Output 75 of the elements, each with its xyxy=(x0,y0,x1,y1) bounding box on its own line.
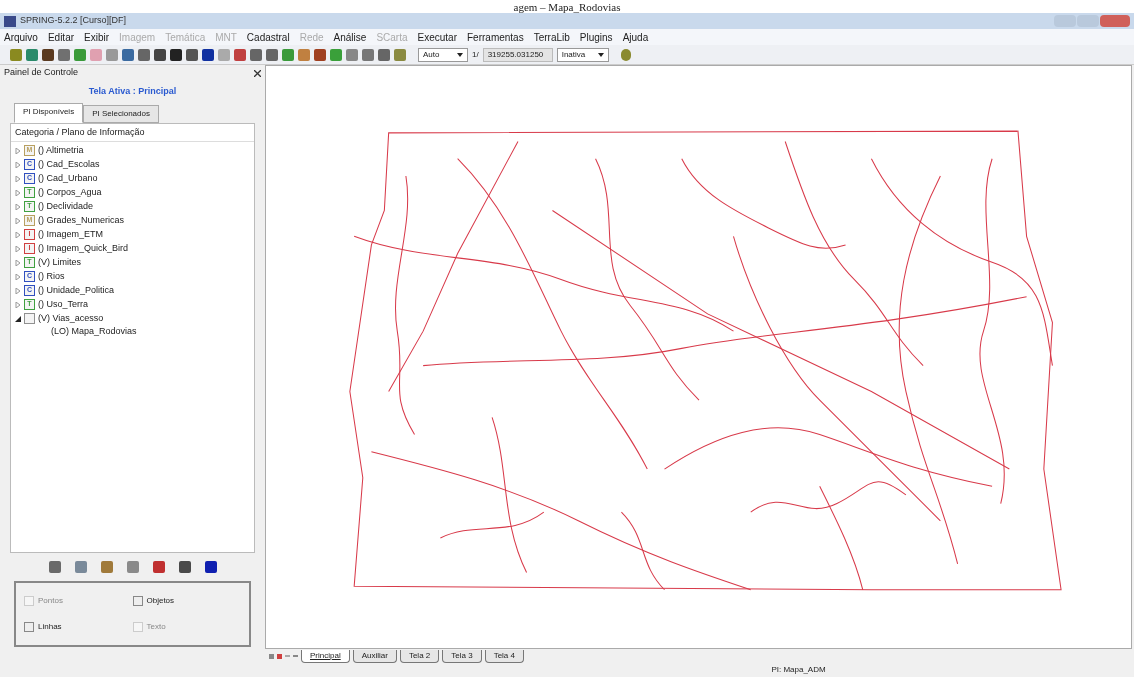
collapsed-arrow-icon[interactable] xyxy=(15,273,21,280)
toolbar-icon[interactable] xyxy=(154,48,166,61)
screen-tab[interactable]: Tela 3 xyxy=(442,649,482,663)
collapsed-arrow-icon[interactable] xyxy=(15,287,21,294)
collapsed-arrow-icon[interactable] xyxy=(15,259,21,266)
menu-item[interactable]: Ferramentas xyxy=(467,29,524,45)
toolbar-icon[interactable] xyxy=(186,48,198,61)
tree-item[interactable]: () Corpos_Agua xyxy=(38,185,102,200)
menu-item[interactable]: TerraLib xyxy=(533,29,570,45)
help-icon[interactable] xyxy=(620,48,631,61)
close-button[interactable] xyxy=(1100,15,1130,27)
panel-tab[interactable]: PI Disponíveis xyxy=(14,102,84,123)
panel-title: Painel de Controle xyxy=(4,66,79,80)
caret-icon xyxy=(597,52,604,57)
tree-item[interactable]: () Cad_Escolas xyxy=(38,157,100,172)
tree-header: Categoria / Plano de Informação xyxy=(11,123,254,142)
collapsed-arrow-icon[interactable] xyxy=(15,217,21,224)
collapsed-arrow-icon[interactable] xyxy=(15,245,21,252)
collapsed-arrow-icon[interactable] xyxy=(15,231,21,238)
screen-tab[interactable]: Principal xyxy=(301,649,350,663)
tree-item[interactable]: (V) Limites xyxy=(38,255,81,270)
tree-item[interactable]: () Grades_Numericas xyxy=(38,213,125,228)
panel-tool-icon[interactable] xyxy=(152,561,165,573)
tree-item[interactable]: (LO) Mapa_Rodovias xyxy=(15,325,254,338)
checkbox-label: Texto xyxy=(146,621,166,633)
caret-icon xyxy=(457,52,463,57)
close-icon[interactable] xyxy=(254,69,261,77)
expanded-arrow-icon[interactable] xyxy=(15,315,21,322)
tree-item[interactable]: () Altimetria xyxy=(38,143,84,158)
collapsed-arrow-icon[interactable] xyxy=(15,161,21,168)
checkbox[interactable] xyxy=(24,622,34,632)
panel-tab[interactable]: PI Selecionados xyxy=(83,104,159,123)
scale-field[interactable]: 319255.031250 xyxy=(482,47,553,62)
panel-tool-icon[interactable] xyxy=(178,561,191,573)
collapsed-arrow-icon[interactable] xyxy=(15,175,21,182)
screen-tab[interactable]: Tela 4 xyxy=(484,649,524,663)
menu-item[interactable]: Arquivo xyxy=(4,29,38,45)
collapsed-arrow-icon[interactable] xyxy=(15,189,21,196)
status-text: PI: Mapa_ADM xyxy=(770,664,826,676)
toolbar-icon[interactable] xyxy=(202,48,214,61)
panel-tool-icon[interactable] xyxy=(204,561,217,573)
menu-item[interactable]: Exibir xyxy=(84,29,110,45)
tree-item[interactable]: () Rios xyxy=(38,269,65,284)
screen-tab[interactable]: Auxiliar xyxy=(352,649,397,663)
toolbar-icon[interactable] xyxy=(42,48,54,61)
screen-tab[interactable]: Tela 2 xyxy=(399,649,440,663)
checkbox-label: Linhas xyxy=(38,621,62,633)
menu-item[interactable]: Ajuda xyxy=(622,29,649,45)
app-icon xyxy=(4,15,16,27)
cursor-mode-dropdown[interactable]: Inativa xyxy=(556,47,609,62)
collapsed-arrow-icon[interactable] xyxy=(15,147,21,154)
menu-item[interactable]: Executar xyxy=(417,29,457,45)
tree-item[interactable]: () Imagem_Quick_Bird xyxy=(38,241,129,256)
active-screen-label: Tela Ativa : Principal xyxy=(87,85,178,98)
checkbox-label: Objetos xyxy=(146,595,175,607)
tree-item[interactable]: () Unidade_Politica xyxy=(38,283,115,298)
tree-item[interactable]: () Declividade xyxy=(38,199,94,214)
panel-tool-icon[interactable] xyxy=(48,561,61,573)
collapsed-arrow-icon[interactable] xyxy=(15,301,21,308)
checkbox-label: Pontos xyxy=(38,595,63,607)
tree-item[interactable]: (V) Vias_acesso xyxy=(38,311,104,326)
window-title: SPRING-5.2.2 [Curso][DF] xyxy=(20,14,127,28)
checkbox[interactable] xyxy=(132,596,143,606)
menu-item[interactable]: Editar xyxy=(47,29,75,45)
tree-item[interactable]: () Imagem_ETM xyxy=(38,227,103,242)
menu-item[interactable]: Plugins xyxy=(579,29,613,45)
menu-item[interactable]: Cadastral xyxy=(246,29,290,45)
scale-prefix: 1/ xyxy=(472,48,479,61)
tree-item[interactable]: () Cad_Urbano xyxy=(38,171,98,186)
toolbar-icon[interactable] xyxy=(170,48,182,61)
collapsed-arrow-icon[interactable] xyxy=(15,203,21,210)
scale-mode-dropdown[interactable]: Auto xyxy=(418,47,468,62)
document-caption: agem – Mapa_Rodovias xyxy=(513,1,621,13)
menu-item[interactable]: Análise xyxy=(333,29,367,45)
tree-item[interactable]: () Uso_Terra xyxy=(38,297,88,312)
